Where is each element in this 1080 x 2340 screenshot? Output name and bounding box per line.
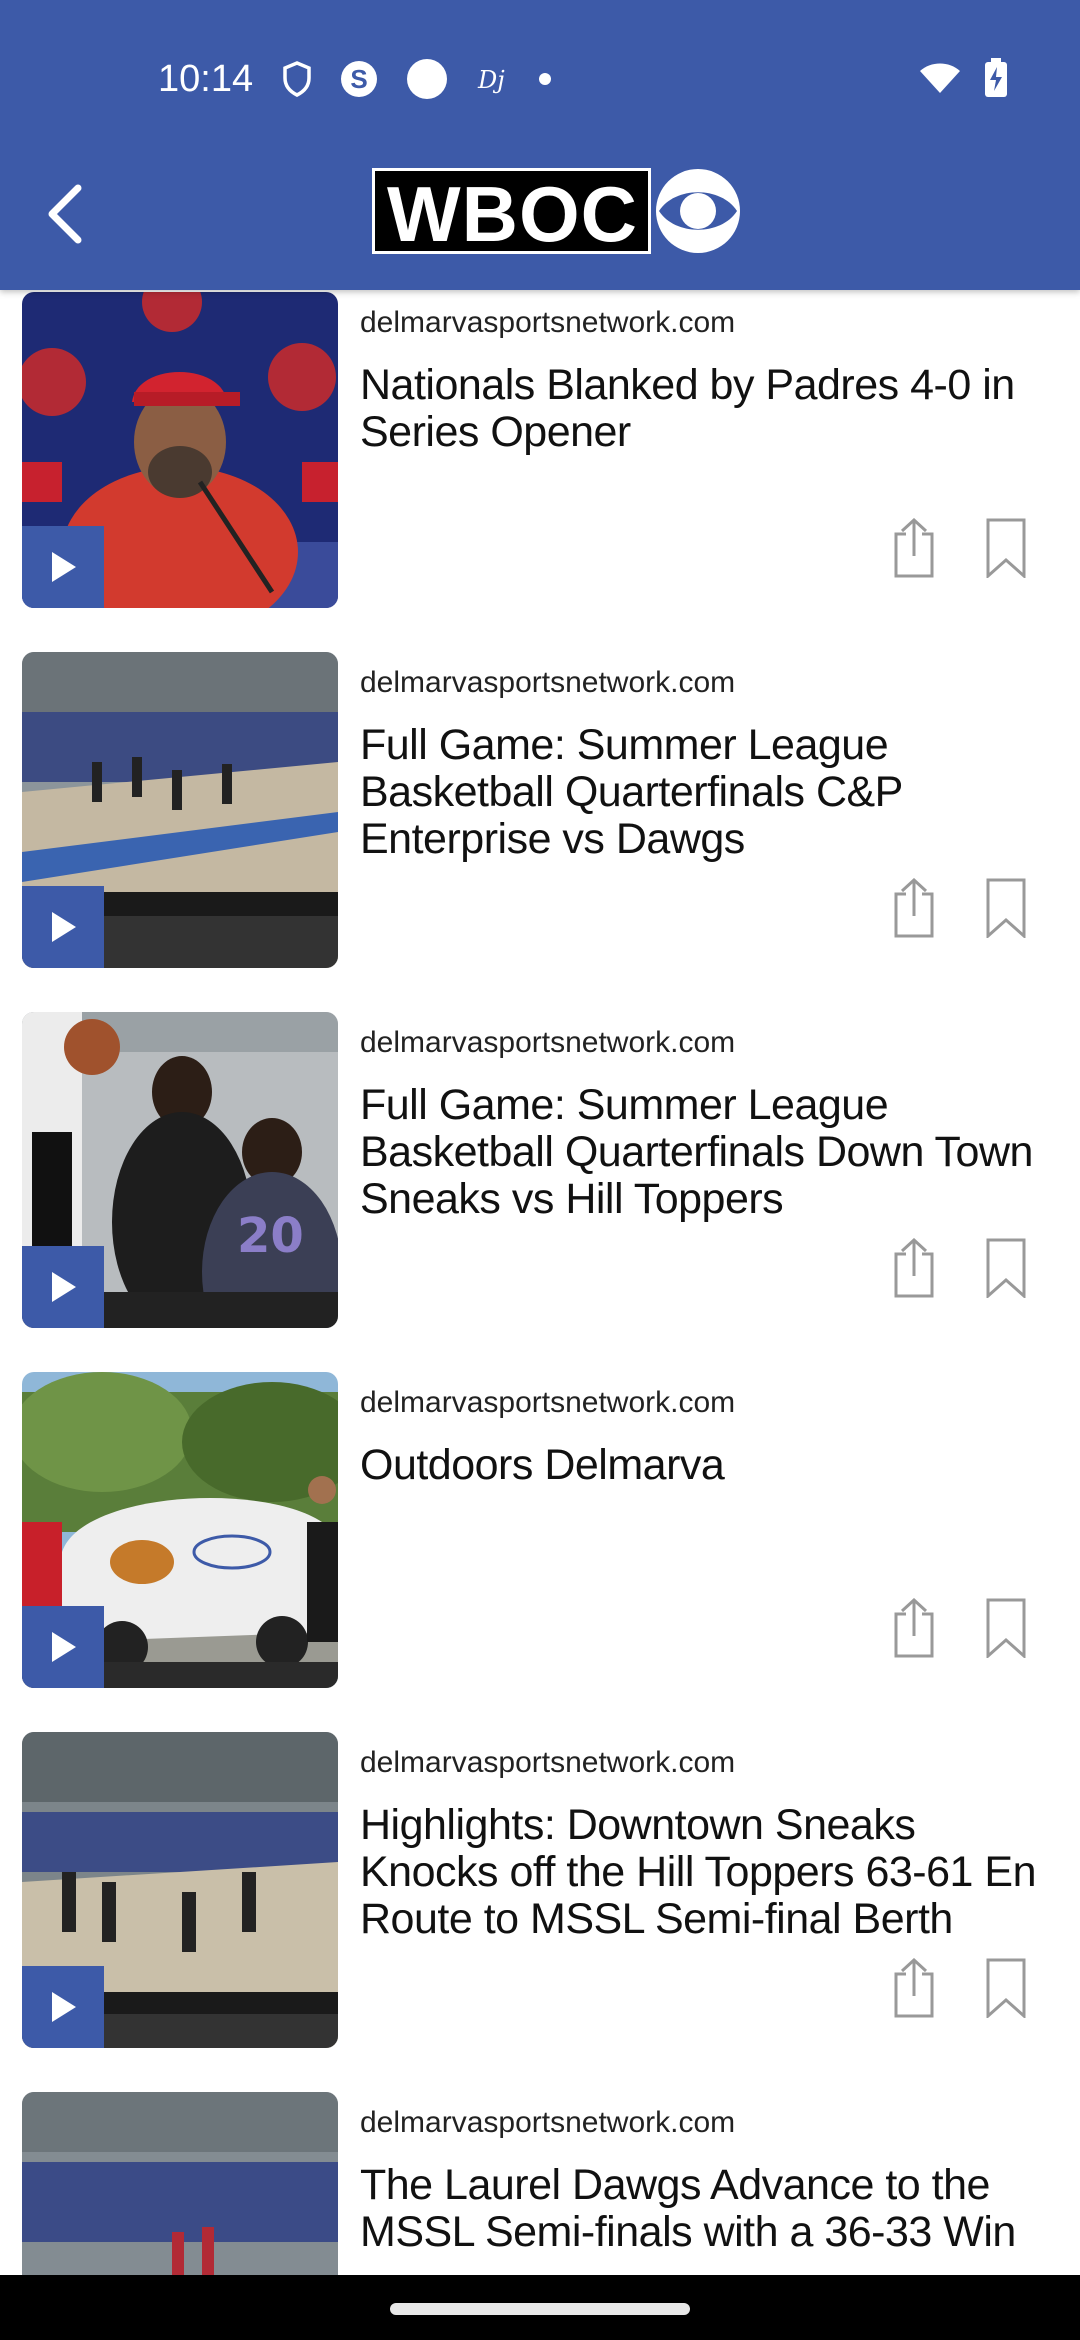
article-title[interactable]: The Laurel Dawgs Advance to the MSSL Sem… bbox=[360, 2162, 1050, 2256]
play-button[interactable] bbox=[22, 886, 104, 968]
dj-icon: Dj bbox=[477, 66, 505, 94]
article-card[interactable]: 20 delmarvasportsnetwork.com Full Game: … bbox=[0, 1002, 1080, 1362]
play-icon bbox=[52, 552, 76, 582]
article-source: delmarvasportsnetwork.com bbox=[360, 306, 736, 339]
article-title[interactable]: Full Game: Summer League Basketball Quar… bbox=[360, 722, 1050, 863]
article-source: delmarvasportsnetwork.com bbox=[360, 666, 736, 699]
bookmark-button[interactable] bbox=[984, 1598, 1028, 1658]
play-icon bbox=[52, 1632, 76, 1662]
article-thumbnail[interactable]: 20 bbox=[22, 1012, 338, 1328]
article-card[interactable]: delmarvasportsnetwork.com Highlights: Do… bbox=[0, 1722, 1080, 2082]
shield-icon bbox=[283, 61, 311, 97]
play-icon bbox=[52, 1272, 76, 1302]
article-source: delmarvasportsnetwork.com bbox=[360, 2106, 736, 2139]
article-title[interactable]: Full Game: Summer League Basketball Quar… bbox=[360, 1082, 1050, 1223]
logo-text: WBOC bbox=[372, 168, 651, 257]
article-source: delmarvasportsnetwork.com bbox=[360, 1386, 736, 1419]
app-header: 10:14 S Dj WBOC bbox=[0, 0, 1080, 290]
article-card[interactable]: delmarvasportsnetwork.com Outdoors Delma… bbox=[0, 1362, 1080, 1722]
svg-text:S: S bbox=[350, 64, 367, 94]
share-button[interactable] bbox=[892, 1598, 936, 1658]
wboc-logo: WBOC bbox=[372, 168, 741, 257]
share-button[interactable] bbox=[892, 1238, 936, 1298]
article-source: delmarvasportsnetwork.com bbox=[360, 1026, 736, 1059]
status-notification-icons: S Dj bbox=[282, 58, 552, 100]
svg-text:Dj: Dj bbox=[477, 66, 505, 94]
article-thumbnail[interactable] bbox=[22, 2092, 338, 2275]
circle-icon bbox=[407, 59, 447, 99]
article-title[interactable]: Highlights: Downtown Sneaks Knocks off t… bbox=[360, 1802, 1050, 1943]
play-icon bbox=[52, 912, 76, 942]
bookmark-button[interactable] bbox=[984, 878, 1028, 938]
status-time: 10:14 bbox=[158, 58, 254, 100]
article-card[interactable]: delmarvasportsnetwork.com Nationals Blan… bbox=[0, 290, 1080, 642]
article-card[interactable]: delmarvasportsnetwork.com Full Game: Sum… bbox=[0, 642, 1080, 1002]
play-button[interactable] bbox=[22, 1246, 104, 1328]
play-button[interactable] bbox=[22, 1966, 104, 2048]
share-button[interactable] bbox=[892, 1958, 936, 2018]
bookmark-button[interactable] bbox=[984, 1958, 1028, 2018]
cbs-eye-icon bbox=[655, 169, 740, 253]
article-feed: delmarvasportsnetwork.com Nationals Blan… bbox=[0, 290, 1080, 2275]
article-title[interactable]: Nationals Blanked by Padres 4-0 in Serie… bbox=[360, 362, 1050, 456]
article-actions bbox=[892, 1958, 1028, 2018]
dot-icon bbox=[539, 73, 551, 85]
s-icon: S bbox=[341, 61, 377, 97]
article-source: delmarvasportsnetwork.com bbox=[360, 1746, 736, 1779]
status-bar: 10:14 S Dj bbox=[0, 0, 1080, 165]
article-thumbnail[interactable] bbox=[22, 652, 338, 968]
play-icon bbox=[52, 1992, 76, 2022]
article-card[interactable]: delmarvasportsnetwork.com The Laurel Daw… bbox=[0, 2082, 1080, 2275]
wifi-icon bbox=[920, 63, 960, 93]
article-actions bbox=[892, 1598, 1028, 1658]
bookmark-button[interactable] bbox=[984, 518, 1028, 578]
share-button[interactable] bbox=[892, 518, 936, 578]
svg-text:20: 20 bbox=[237, 1208, 304, 1264]
back-button[interactable] bbox=[40, 182, 90, 246]
bookmark-button[interactable] bbox=[984, 1238, 1028, 1298]
article-thumbnail[interactable] bbox=[22, 1372, 338, 1688]
home-gesture-handle[interactable] bbox=[390, 2303, 690, 2315]
article-actions bbox=[892, 878, 1028, 938]
play-button[interactable] bbox=[22, 526, 104, 608]
article-actions bbox=[892, 1238, 1028, 1298]
article-title[interactable]: Outdoors Delmarva bbox=[360, 1442, 1050, 1489]
play-button[interactable] bbox=[22, 1606, 104, 1688]
battery-charging-icon bbox=[985, 58, 1007, 97]
article-thumbnail[interactable] bbox=[22, 292, 338, 608]
article-actions bbox=[892, 518, 1028, 578]
thumbnail-image bbox=[22, 2092, 338, 2275]
article-thumbnail[interactable] bbox=[22, 1732, 338, 2048]
share-button[interactable] bbox=[892, 878, 936, 938]
status-system-icons bbox=[918, 58, 1008, 98]
system-navigation-bar bbox=[0, 2275, 1080, 2340]
